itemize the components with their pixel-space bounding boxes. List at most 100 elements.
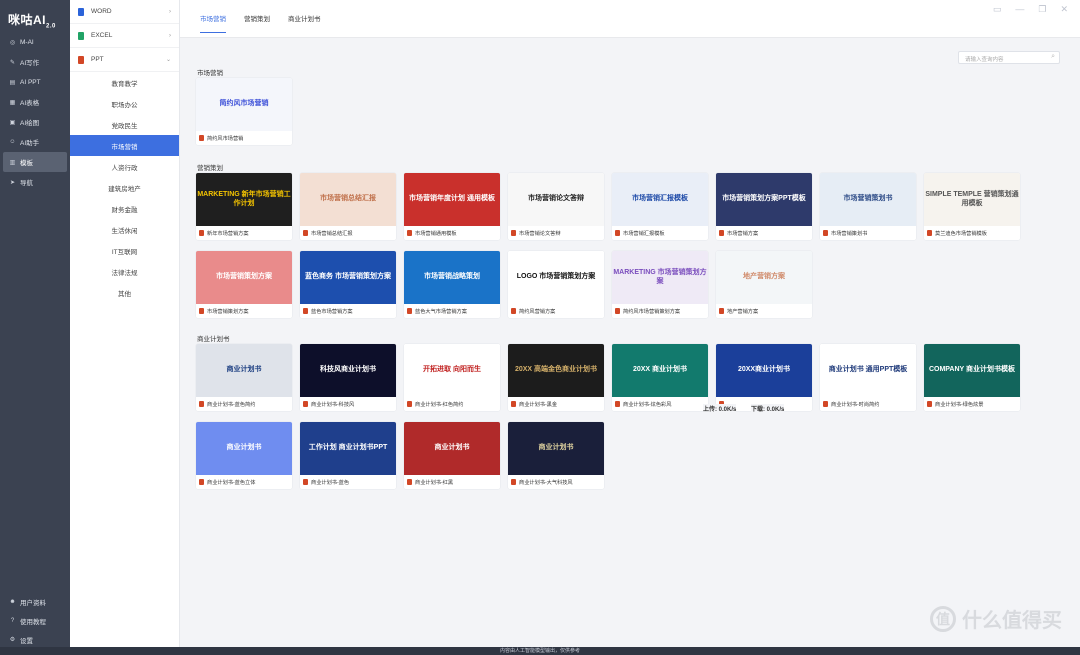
template-card[interactable]: 市场营销战略策划 蓝色大气市场营销方案	[404, 251, 500, 318]
ppt-file-icon	[407, 479, 412, 485]
template-card[interactable]: 商业计划书 商业计划书-大气科技风	[508, 422, 604, 489]
template-card[interactable]: 市场营销策划书 市场营销策划书	[820, 173, 916, 240]
subcategory-item[interactable]: 法律法规	[70, 261, 179, 282]
template-card[interactable]: SIMPLE TEMPLE 营销策划通用模板 莫兰迪色市场营销模板	[924, 173, 1020, 240]
watermark-logo-icon: 值	[930, 605, 956, 632]
template-card[interactable]: 市场营销策划方案PPT模板 市场营销方案	[716, 173, 812, 240]
subcategory-item[interactable]: 建筑房地产	[70, 177, 179, 198]
pin-icon[interactable]: ▭	[993, 4, 1002, 14]
card-title: 市场营销策划书	[831, 230, 868, 237]
template-card[interactable]: LOGO 市场营销策划方案 简约风营销方案	[508, 251, 604, 318]
nav-item-m-ai[interactable]: ◎ M-AI	[3, 32, 67, 52]
template-card[interactable]: MARKETING 新年市场营销工作计划 新年市场营销方案	[196, 173, 292, 240]
template-card[interactable]: 商业计划书 商业计划书-蓝色立体	[196, 422, 292, 489]
template-card[interactable]: 市场营销总结汇报 市场营销总结汇报	[300, 173, 396, 240]
subcategory-item[interactable]: 人资行政	[70, 156, 179, 177]
card-caption: 市场营销策划方案	[196, 304, 292, 318]
template-card[interactable]: COMPANY 商业计划书模板 商业计划书-绿色炫景	[924, 344, 1020, 411]
search-icon[interactable]: ⌕	[1051, 53, 1055, 61]
subcategory-item[interactable]: 教育教学	[70, 72, 179, 93]
card-caption: 简约风市场营销策划方案	[612, 304, 708, 318]
ppt-file-icon	[407, 308, 412, 314]
template-card[interactable]: 地产营销方案 地产营销方案	[716, 251, 812, 318]
card-caption: 市场营销总结汇报	[300, 226, 396, 240]
nav-item-ai-writing[interactable]: ✎ AI写作	[3, 52, 67, 72]
subcategory-item[interactable]: 党政民生	[70, 114, 179, 135]
template-card[interactable]: 20XX 商业计划书 商业计划书-炫色彩风	[612, 344, 708, 411]
card-title: 新年市场营销方案	[207, 230, 249, 237]
template-card[interactable]: 商业计划书 商业计划书-红黑	[404, 422, 500, 489]
template-card[interactable]: 20XX 高端金色商业计划书 商业计划书-黑金	[508, 344, 604, 411]
template-thumbnail: 市场营销年度计划 通用模板	[404, 173, 500, 226]
category-word[interactable]: WORD ›	[70, 0, 179, 24]
template-card[interactable]: 20XX商业计划书	[716, 344, 812, 411]
template-icon: ▥	[9, 159, 16, 166]
card-caption: 商业计划书-黑金	[508, 397, 604, 411]
nav-item-ai-ppt[interactable]: ▤ AI PPT	[3, 72, 67, 92]
template-card[interactable]: 简约风市场营销 简约风市场营销	[196, 78, 292, 145]
chevron-right-icon: ›	[169, 32, 171, 39]
pen-icon: ✎	[9, 59, 16, 66]
tab-market[interactable]: 市场营销	[200, 0, 226, 37]
ppt-file-icon	[511, 479, 516, 485]
search-input[interactable]: 请输入查询内容 ⌕	[958, 51, 1060, 64]
card-title: 商业计划书-红色简约	[415, 401, 464, 408]
ppt-file-icon	[511, 230, 516, 236]
card-title: 商业计划书-蓝色	[311, 479, 350, 486]
nav-item-ai-table[interactable]: ▦ AI表格	[3, 92, 67, 112]
template-card[interactable]: MARKETING 市场营销策划方案 简约风市场营销策划方案	[612, 251, 708, 318]
template-card[interactable]: 市场营销年度计划 通用模板 市场营销通用模板	[404, 173, 500, 240]
category-excel[interactable]: EXCEL ›	[70, 24, 179, 48]
template-card[interactable]: 科技风商业计划书 商业计划书-科技风	[300, 344, 396, 411]
ppt-file-icon	[303, 230, 308, 236]
card-title: 简约风市场营销	[207, 135, 244, 142]
nav-item-user-profile[interactable]: ☻ 用户资料	[3, 592, 67, 611]
subcategory-item[interactable]: 职场办公	[70, 93, 179, 114]
card-caption: 商业计划书-蓝色	[300, 475, 396, 489]
card-caption: 市场营销汇报模板	[612, 226, 708, 240]
nav-item-template[interactable]: ▥ 模板	[3, 152, 67, 172]
card-caption: 市场营销方案	[716, 226, 812, 240]
template-thumbnail: 商业计划书 通用PPT模板	[820, 344, 916, 397]
section-title: 营销策划	[197, 165, 223, 172]
subcategory-item[interactable]: IT互联网	[70, 240, 179, 261]
subcategory-item[interactable]: 财务金融	[70, 198, 179, 219]
nav-item-ai-assistant[interactable]: ☺ AI助手	[3, 132, 67, 152]
tab-business-plan[interactable]: 商业计划书	[288, 0, 321, 37]
ppt-file-icon	[927, 401, 932, 407]
nav-item-navigation[interactable]: ➤ 导航	[3, 172, 67, 192]
user-icon: ☻	[9, 598, 16, 605]
category-ppt[interactable]: PPT ⌄	[70, 48, 179, 72]
card-title: 地产营销方案	[727, 308, 759, 315]
minimize-icon[interactable]: —	[1015, 4, 1024, 14]
nav-item-tutorial[interactable]: ? 使用教程	[3, 611, 67, 630]
table-icon: ▦	[9, 99, 16, 106]
template-card[interactable]: 蓝色商务 市场营销策划方案 蓝色市场营销方案	[300, 251, 396, 318]
subcategory-item-active[interactable]: 市场营销	[70, 135, 179, 156]
template-card[interactable]: 商业计划书 商业计划书-蓝色简约	[196, 344, 292, 411]
template-card[interactable]: 商业计划书 通用PPT模板 商业计划书-时尚简约	[820, 344, 916, 411]
ppt-file-icon	[615, 230, 620, 236]
subcategory-item[interactable]: 其他	[70, 282, 179, 303]
template-card[interactable]: 市场营销汇报模板 市场营销汇报模板	[612, 173, 708, 240]
watermark: 值 什么值得买	[930, 604, 1062, 633]
template-card[interactable]: 市场营销策划方案 市场营销策划方案	[196, 251, 292, 318]
ppt-file-icon	[199, 230, 204, 236]
subcategory-item[interactable]: 生活休闲	[70, 219, 179, 240]
app-logo: 咪咕AI2.0	[8, 13, 56, 30]
app-window: ▭ — ❐ ✕ 咪咕AI2.0 ◎ M-AI ✎ AI写作 ▤ AI PPT ▦ AI表…	[0, 0, 1080, 655]
template-card[interactable]: 开拓进取 向阳而生 商业计划书-红色简约	[404, 344, 500, 411]
card-caption: 商业计划书-绿色炫景	[924, 397, 1020, 411]
template-content: 市场营销 营销策划 商业计划书 请输入查询内容 ⌕ 市场营销 简约风市场营销 简约…	[180, 0, 1080, 647]
tab-planning[interactable]: 营销策划	[244, 0, 270, 37]
help-icon: ?	[10, 617, 15, 624]
restore-icon[interactable]: ❐	[1038, 4, 1046, 14]
ppt-file-icon	[719, 230, 724, 236]
close-icon[interactable]: ✕	[1060, 4, 1068, 14]
card-title: 莫兰迪色市场营销模板	[935, 230, 987, 237]
card-caption: 商业计划书-红色简约	[404, 397, 500, 411]
nav-item-ai-drawing[interactable]: ▣ AI绘图	[3, 112, 67, 132]
ppt-subcategory-list: 教育教学 职场办公 党政民生 市场营销 人资行政 建筑房地产 财务金融 生活休闲…	[70, 72, 179, 303]
template-card[interactable]: 市场营销论文答辩 市场营销论文答辩	[508, 173, 604, 240]
template-card[interactable]: 工作计划 商业计划书PPT 商业计划书-蓝色	[300, 422, 396, 489]
